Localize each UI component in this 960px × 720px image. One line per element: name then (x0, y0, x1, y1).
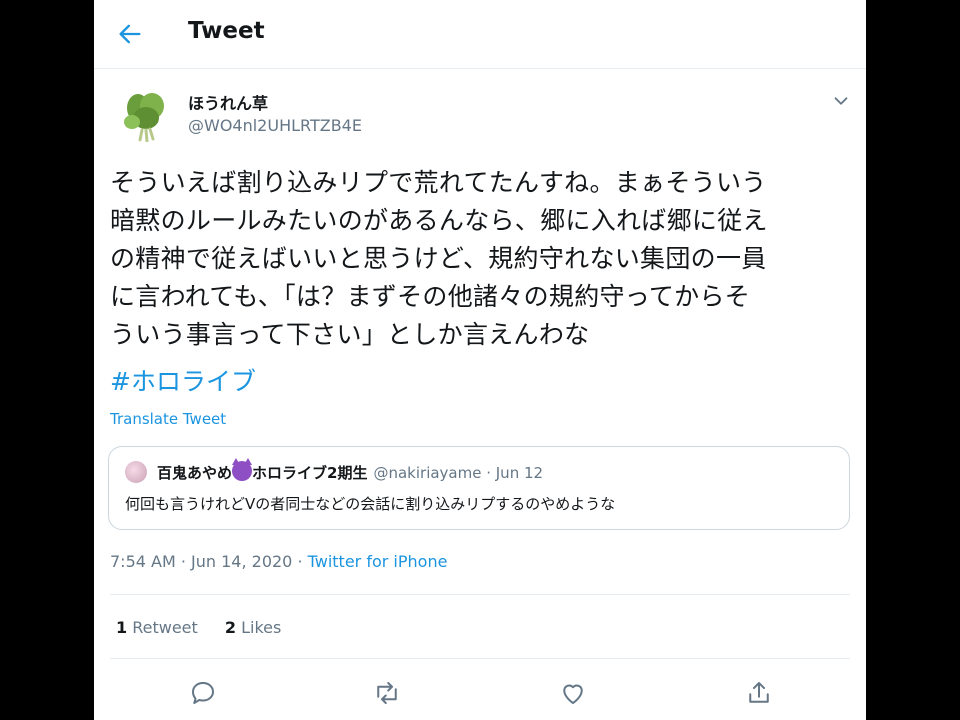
like-label: Likes (236, 618, 282, 637)
quoted-text: 何回も言うけれどVの者同士などの会話に割り込みリプするのやめような (125, 495, 616, 513)
source-link[interactable]: Twitter for iPhone (308, 552, 448, 571)
divider (110, 594, 850, 595)
page-title: Tweet (188, 18, 265, 44)
author-handle[interactable]: @WO4nl2UHLRTZB4E (188, 116, 362, 135)
tweet-meta: 7:54 AM · Jun 14, 2020 · Twitter for iPh… (110, 552, 447, 571)
likes-stat[interactable]: 2 Likes (225, 618, 281, 637)
quoted-author: 百鬼あやめ ホロライブ2期生 @nakiriayame · Jun 12 (157, 458, 544, 483)
tweet-line: 暗黙のルールみたいのがあるんなら、郷に入れば郷に従え (110, 206, 768, 235)
like-count: 2 (224, 618, 237, 637)
quoted-author-name: 百鬼あやめ (157, 464, 233, 482)
quoted-handle-date: @nakiriayame · Jun 12 (373, 464, 544, 482)
tweet-screen: Tweet ほうれん草 @WO4nl2UHLRTZB4E そういえば割り込みリプ… (94, 0, 866, 720)
chevron-down-icon[interactable] (830, 90, 852, 112)
divider (110, 658, 850, 659)
hashtag-link[interactable]: #ホロライブ (110, 362, 256, 398)
tweet-line: の精神で従えばいいと思うけど、規約守れない集団の一員 (110, 244, 767, 273)
translate-tweet-link[interactable]: Translate Tweet (110, 410, 226, 428)
quoted-author-suffix: ホロライブ2期生 (252, 464, 368, 482)
quoted-avatar (125, 461, 147, 483)
spinach-avatar-icon (124, 93, 164, 142)
share-icon[interactable] (744, 678, 774, 708)
quoted-tweet[interactable]: 百鬼あやめ ホロライブ2期生 @nakiriayame · Jun 12 何回も言う… (108, 446, 850, 530)
devil-emoji-icon (232, 458, 253, 481)
author-name[interactable]: ほうれん草 (188, 90, 268, 114)
reply-icon[interactable] (188, 678, 218, 708)
retweets-stat[interactable]: 1 Retweet (116, 618, 198, 637)
header-bar: Tweet (94, 0, 866, 69)
back-arrow-icon[interactable] (116, 20, 144, 48)
tweet-stats: 1 Retweet 2 Likes (116, 618, 303, 637)
retweet-count: 1 (116, 618, 128, 637)
tweet-line: に言われても、「は？まずその他諸々の規約守ってからそ (110, 282, 751, 311)
like-icon[interactable] (558, 678, 588, 708)
tweet-line: そういえば割り込みリプで荒れてたんすね。まぁそういう (110, 168, 767, 197)
timestamp: 7:54 AM · Jun 14, 2020 · (110, 552, 308, 571)
tweet-text: そういえば割り込みリプで荒れてたんすね。まぁそういう 暗黙のルールみたいのがある… (110, 164, 850, 354)
tweet-line: ういう事言って下さい」としか言えんわな (110, 320, 590, 349)
retweet-label: Retweet (127, 618, 198, 637)
avatar[interactable] (118, 86, 174, 142)
retweet-icon[interactable] (372, 678, 402, 708)
